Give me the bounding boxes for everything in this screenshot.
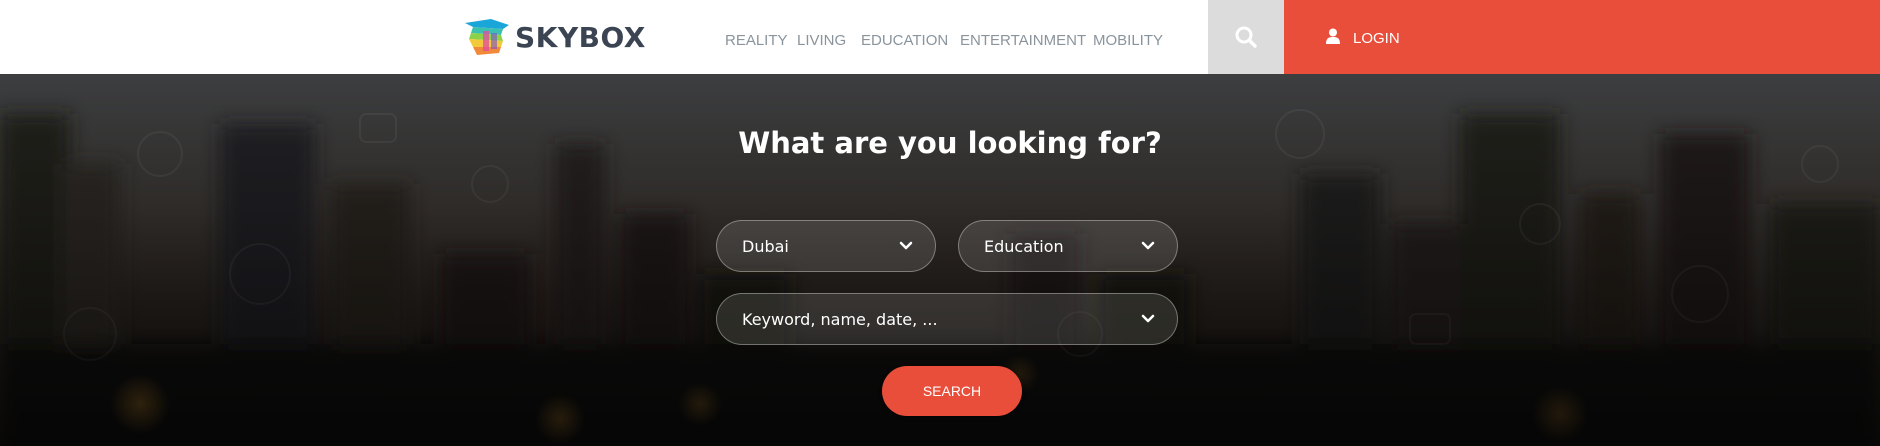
login-button[interactable]: LOGIN: [1284, 0, 1880, 74]
brand-logo[interactable]: SKYBOX: [463, 17, 646, 57]
hero-title: What are you looking for?: [738, 126, 1162, 160]
nav-item-living[interactable]: LIVING: [797, 32, 846, 49]
nav-item-entertainment[interactable]: ENTERTAINMENT: [960, 32, 1086, 49]
brand-name: SKYBOX: [515, 20, 646, 54]
nav-item-mobility[interactable]: MOBILITY: [1093, 32, 1163, 49]
chevron-down-icon: [1141, 241, 1155, 250]
category-select-value: Education: [984, 237, 1064, 256]
top-header: SKYBOX REALITY LIVING EDUCATION ENTERTAI…: [0, 0, 1880, 74]
login-label: LOGIN: [1353, 30, 1400, 47]
search-icon: [1235, 26, 1257, 48]
hero-section: What are you looking for? Dubai Educatio…: [0, 74, 1880, 446]
keyword-field[interactable]: Keyword, name, date, ...: [716, 293, 1178, 345]
nav-item-reality[interactable]: REALITY: [725, 32, 788, 49]
search-button[interactable]: SEARCH: [882, 366, 1022, 416]
user-icon: [1326, 28, 1340, 44]
header-search-button[interactable]: [1208, 0, 1284, 74]
category-select[interactable]: Education: [958, 220, 1178, 272]
keyword-field-placeholder: Keyword, name, date, ...: [742, 310, 938, 329]
chevron-down-icon: [899, 241, 913, 250]
location-select-value: Dubai: [742, 237, 789, 256]
skybox-logo-icon: [465, 19, 509, 55]
nav-item-education[interactable]: EDUCATION: [861, 32, 948, 49]
location-select[interactable]: Dubai: [716, 220, 936, 272]
chevron-down-icon: [1141, 314, 1155, 323]
